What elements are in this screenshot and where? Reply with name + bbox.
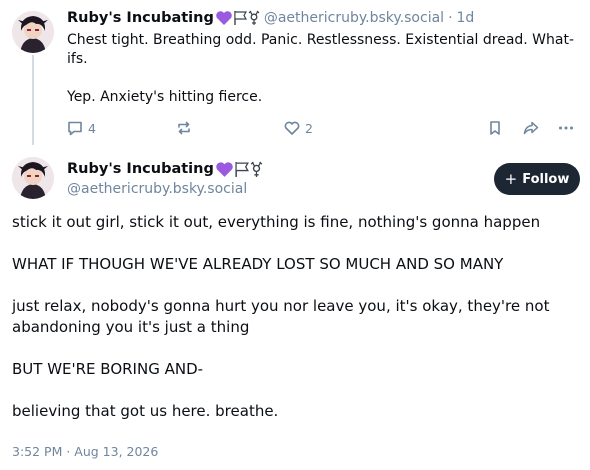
post-paragraph: just relax, nobody's gonna hurt you nor … xyxy=(12,297,550,336)
post-paragraph: BUT WE'RE BORING AND- xyxy=(12,360,204,378)
purple-heart-icon xyxy=(216,11,232,25)
separator-dot: · xyxy=(448,10,453,26)
plus-icon: + xyxy=(504,170,518,188)
share-icon xyxy=(523,121,539,135)
post-text: stick it out girl, stick it out, everyth… xyxy=(12,212,582,443)
reply-button[interactable]: 4 xyxy=(66,118,96,138)
bookmark-icon xyxy=(490,121,500,135)
post-age[interactable]: 1d xyxy=(457,10,475,26)
more-options-button[interactable] xyxy=(557,118,575,138)
repost-icon xyxy=(178,121,190,135)
post-paragraph: Chest tight. Breathing odd. Panic. Restl… xyxy=(67,32,575,67)
post-text: Chest tight. Breathing odd. Panic. Restl… xyxy=(67,31,582,107)
name-badges xyxy=(215,161,263,178)
transgender-symbol-icon xyxy=(250,161,263,177)
thread-line xyxy=(32,55,34,145)
like-button[interactable]: 2 xyxy=(283,118,313,138)
post-paragraph: WHAT IF THOUGH WE'VE ALREADY LOST SO MUC… xyxy=(12,255,504,273)
follow-button[interactable]: + Follow xyxy=(494,163,580,195)
author-name[interactable]: Ruby's Incubating xyxy=(67,161,214,177)
avatar[interactable] xyxy=(12,11,54,53)
post-paragraph: Yep. Anxiety's hitting fierce. xyxy=(67,89,263,105)
share-button[interactable] xyxy=(522,118,540,138)
post-actions: 4 2 xyxy=(63,118,583,138)
white-flag-icon xyxy=(235,161,249,177)
like-count: 2 xyxy=(305,120,313,136)
post-timestamp[interactable]: 3:52 PM · Aug 13, 2026 xyxy=(12,444,158,459)
post-header: Ruby's Incubating @aethericruby.bsky.soc… xyxy=(67,8,474,28)
name-badges xyxy=(215,10,260,26)
reply-count: 4 xyxy=(88,120,96,136)
heart-outline-icon xyxy=(284,121,300,135)
purple-heart-icon xyxy=(216,161,233,177)
post-header: Ruby's Incubating xyxy=(67,159,263,179)
author-handle[interactable]: @aethericruby.bsky.social xyxy=(67,181,247,197)
author-name[interactable]: Ruby's Incubating xyxy=(67,10,214,26)
author-handle[interactable]: @aethericruby.bsky.social xyxy=(264,10,444,26)
comment-icon xyxy=(68,121,82,136)
follow-label: Follow xyxy=(522,171,570,187)
transgender-symbol-icon xyxy=(248,10,260,25)
white-flag-icon xyxy=(234,11,247,25)
more-dots-icon xyxy=(559,126,573,130)
repost-button[interactable] xyxy=(175,118,193,138)
bookmark-button[interactable] xyxy=(486,118,504,138)
post-paragraph: stick it out girl, stick it out, everyth… xyxy=(12,213,541,231)
avatar[interactable] xyxy=(12,157,54,199)
post-paragraph: believing that got us here. breathe. xyxy=(12,402,279,420)
